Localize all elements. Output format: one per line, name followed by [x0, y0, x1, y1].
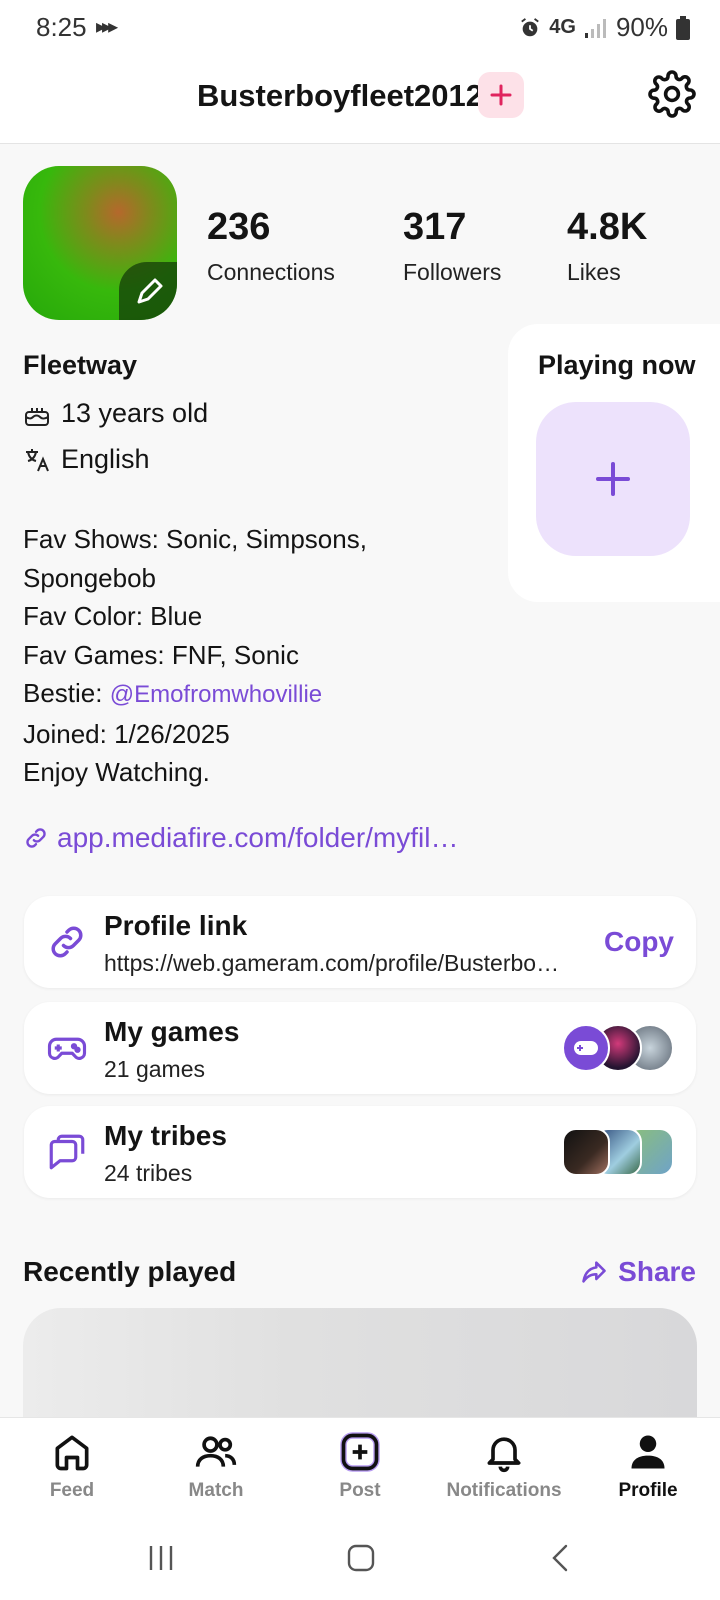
bio: Fav Shows: Sonic, Simpsons, Spongebob Fa… — [23, 520, 403, 792]
bio-line: Enjoy Watching. — [23, 757, 210, 787]
gamepad-icon — [574, 1041, 598, 1055]
battery-percent: 90% — [615, 12, 668, 42]
bio-line: Spongebob — [23, 562, 157, 593]
stat-followers[interactable]: 317 Followers — [403, 206, 501, 286]
recently-played-title: Recently played — [23, 1256, 237, 1287]
tribes-thumbnails — [562, 1128, 674, 1176]
my-tribes-count: 24 tribes — [104, 1160, 193, 1186]
edit-avatar-button[interactable] — [119, 262, 177, 320]
age-text: 13 years old — [61, 398, 209, 428]
profile-link-title: Profile link — [104, 910, 248, 941]
language-text: English — [61, 444, 150, 474]
status-time: 8:25 — [36, 12, 87, 42]
website-link[interactable]: app.mediafire.com/folder/myfil… — [23, 822, 458, 854]
stat-label: Likes — [567, 259, 621, 285]
playing-now-panel: Playing now — [508, 324, 720, 602]
cake-icon — [25, 407, 49, 426]
chat-bubbles-icon — [49, 1134, 85, 1170]
bell-icon — [487, 1437, 521, 1473]
share-arrow-icon — [582, 1261, 606, 1283]
bottom-navigation: Feed Match Post Notifications Profile — [0, 1417, 720, 1517]
person-icon — [631, 1435, 665, 1469]
stat-label: Followers — [403, 259, 502, 285]
my-games-count: 21 games — [104, 1056, 206, 1082]
bio-line: Fav Games: FNF, Sonic — [23, 639, 299, 670]
nav-label: Match — [188, 1480, 244, 1501]
profile-link-card[interactable]: Profile link https://web.gameram.com/pro… — [24, 896, 696, 988]
status-bar: 8:25 ▸▸▸ 4G 90% — [0, 0, 720, 56]
recent-apps-icon[interactable] — [146, 1543, 176, 1573]
nav-match[interactable]: Match — [144, 1430, 288, 1502]
bio-line: Joined: 1/26/2025 — [23, 718, 230, 749]
signal-icon — [584, 18, 606, 38]
translate-icon — [26, 448, 49, 471]
nav-feed[interactable]: Feed — [0, 1430, 144, 1502]
plus-square-icon — [340, 1432, 380, 1472]
bio-line: Fav Shows: Sonic, Simpsons, — [23, 524, 367, 554]
nav-post[interactable]: Post — [288, 1430, 432, 1502]
add-account-button[interactable] — [478, 72, 524, 118]
nav-label: Feed — [49, 1480, 95, 1501]
forward-indicator-icon: ▸▸▸ — [96, 16, 118, 38]
gamepad-icon — [47, 1037, 87, 1060]
language-row: English — [23, 444, 150, 475]
game-thumbnail — [562, 1024, 610, 1072]
my-tribes-card[interactable]: My tribes 24 tribes — [24, 1106, 696, 1198]
link-icon — [51, 926, 83, 958]
username-title: Busterboyfleet2012 — [196, 78, 483, 113]
stat-label: Connections — [207, 259, 335, 285]
display-name: Fleetway — [23, 350, 138, 380]
share-button[interactable]: Share — [580, 1256, 696, 1288]
profile-header: Busterboyfleet2012 — [0, 56, 720, 144]
status-right: 4G 90% — [519, 12, 690, 43]
my-tribes-title: My tribes — [104, 1120, 227, 1151]
bio-line: Fav Color: Blue — [23, 601, 203, 631]
games-thumbnails — [562, 1024, 674, 1072]
bestie-mention-link[interactable]: @Emofromwhovillie — [110, 681, 322, 708]
settings-button[interactable] — [648, 70, 696, 118]
stat-likes[interactable]: 4.8K Likes — [567, 206, 647, 286]
bestie-prefix: Bestie: — [23, 678, 110, 708]
avatar[interactable] — [23, 166, 177, 320]
share-label: Share — [618, 1256, 696, 1287]
profile-link-url: https://web.gameram.com/profile/Busterbo… — [104, 950, 560, 976]
nav-label: Notifications — [446, 1480, 562, 1501]
nav-label: Profile — [618, 1480, 678, 1501]
age-row: 13 years old — [23, 398, 208, 429]
my-games-card[interactable]: My games 21 games — [24, 1002, 696, 1094]
battery-icon — [676, 15, 690, 40]
home-icon — [55, 1435, 89, 1471]
nav-profile[interactable]: Profile — [576, 1430, 720, 1502]
stat-connections[interactable]: 236 Connections — [207, 206, 335, 286]
stat-value: 236 — [207, 206, 271, 248]
gear-icon — [648, 70, 696, 118]
stat-value: 4.8K — [567, 206, 648, 248]
nav-label: Post — [339, 1480, 381, 1501]
nav-notifications[interactable]: Notifications — [432, 1430, 576, 1502]
back-icon[interactable] — [546, 1543, 576, 1573]
alarm-icon — [521, 17, 540, 36]
copy-link-button[interactable]: Copy — [604, 926, 674, 958]
my-games-title: My games — [104, 1016, 240, 1047]
system-navigation-bar — [0, 1517, 720, 1600]
plus-icon — [596, 462, 630, 496]
website-text: app.mediafire.com/folder/myfil… — [57, 822, 459, 853]
pencil-icon — [137, 278, 163, 304]
tribe-thumbnail — [562, 1128, 610, 1176]
plus-icon — [490, 84, 512, 106]
link-icon — [26, 828, 46, 848]
playing-now-title: Playing now — [538, 350, 696, 380]
network-label: 4G — [549, 16, 576, 38]
stat-value: 317 — [403, 206, 467, 248]
people-icon — [195, 1436, 237, 1467]
add-playing-now-button[interactable] — [536, 402, 690, 556]
bio-line-bestie: Bestie: @Emofromwhovillie — [23, 674, 403, 715]
home-button-icon[interactable] — [346, 1543, 376, 1573]
recently-played-card[interactable] — [23, 1308, 697, 1418]
